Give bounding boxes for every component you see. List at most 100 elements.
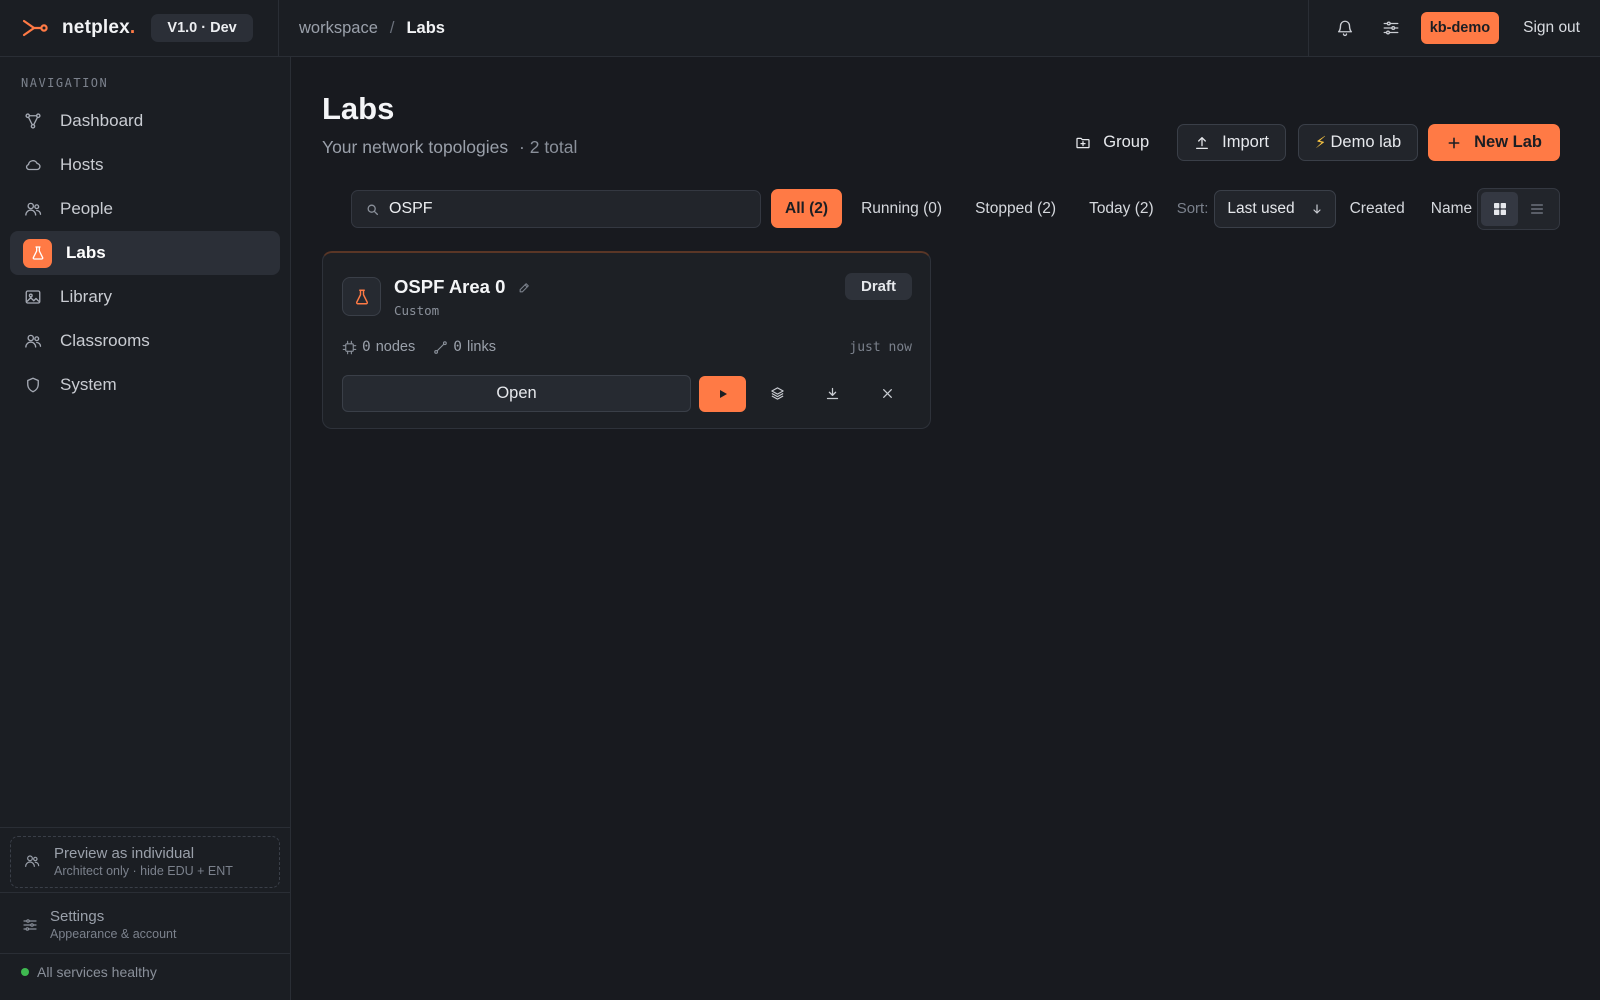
filter-all[interactable]: All (2) (771, 189, 843, 228)
users-icon (24, 200, 42, 218)
node-count-value: 0 (362, 339, 371, 355)
settings-text: Settings Appearance & account (50, 908, 176, 942)
search-box (351, 190, 761, 228)
sidebar-item-dashboard[interactable]: Dashboard (10, 99, 280, 143)
breadcrumb-current: Labs (406, 18, 445, 37)
node-count-label: nodes (375, 339, 416, 355)
filter-running[interactable]: Running (0) (847, 189, 956, 228)
sliders-icon[interactable] (1371, 8, 1411, 48)
import-button-label: Import (1222, 133, 1269, 151)
sidebar-item-label: Dashboard (60, 111, 144, 130)
sort-selected-label: Last used (1227, 199, 1295, 217)
close-icon (883, 389, 892, 398)
cloud-icon (24, 156, 42, 174)
header-actions: Group Import ⚡ Demo lab New Lab (1059, 124, 1560, 161)
download-button[interactable] (809, 376, 856, 412)
sidebar-item-label: System (60, 375, 117, 394)
sidebar-item-label: Labs (66, 243, 106, 262)
pencil-icon[interactable] (518, 281, 531, 294)
topology-icon (24, 112, 42, 130)
users-icon (24, 332, 42, 350)
filter-today[interactable]: Today (2) (1075, 189, 1168, 228)
brand-area: netplex. V1.0 · Dev (0, 0, 279, 57)
sort-label: Sort: (1176, 200, 1209, 217)
filter-bar: All (2) Running (0) Stopped (2) Today (2… (771, 189, 1484, 228)
sidebar-item-library[interactable]: Library (10, 275, 280, 319)
flask-icon (342, 277, 381, 316)
sliders-icon (22, 917, 38, 933)
lab-card[interactable]: OSPF Area 0 Custom Draft 0 nodes 0 links… (322, 251, 931, 429)
image-icon (24, 288, 42, 306)
nav-list: Dashboard Hosts People Labs Library Clas… (10, 99, 280, 407)
grid-icon (1493, 203, 1506, 215)
nav-heading: NAVIGATION (21, 76, 109, 90)
flask-icon (23, 238, 52, 268)
breadcrumb-separator: / (389, 18, 395, 37)
link-count-value: 0 (453, 339, 462, 355)
lightning-icon: ⚡ (1314, 133, 1327, 152)
preview-text: Preview as individual Architect only · h… (54, 845, 233, 879)
lab-stats: 0 nodes 0 links (342, 339, 514, 355)
sidebar-item-classrooms[interactable]: Classrooms (10, 319, 280, 363)
view-toggle (1477, 188, 1560, 230)
preview-subtitle: Architect only · hide EDU + ENT (54, 864, 233, 878)
sidebar-item-label: People (60, 199, 113, 218)
breadcrumb-workspace[interactable]: workspace (299, 19, 378, 38)
lab-title-text: OSPF Area 0 (394, 276, 506, 297)
sidebar-divider (0, 892, 291, 893)
start-lab-button[interactable] (699, 375, 746, 412)
demo-lab-button[interactable]: ⚡ Demo lab (1297, 124, 1419, 161)
plus-icon (1446, 135, 1462, 151)
list-view-button[interactable] (1518, 192, 1555, 226)
group-button-label: Group (1103, 133, 1150, 151)
preview-as-individual-toggle[interactable]: Preview as individual Architect only · h… (10, 836, 280, 888)
shield-icon (24, 376, 42, 394)
link-count-label: links (466, 339, 496, 355)
sidebar-item-hosts[interactable]: Hosts (10, 143, 280, 187)
lab-type: Custom (394, 303, 440, 318)
play-icon (719, 389, 727, 398)
sort-name-button[interactable]: Name (1431, 200, 1472, 218)
sort-last-used-button[interactable]: Last used (1214, 189, 1336, 228)
link-icon (433, 340, 448, 355)
link-count: 0 links (433, 339, 496, 355)
sidebar-item-label: Classrooms (60, 331, 150, 350)
grid-view-button[interactable] (1481, 192, 1518, 226)
sign-out-button[interactable]: Sign out (1523, 19, 1580, 37)
brand-name[interactable]: netplex. (62, 17, 135, 39)
filter-stopped[interactable]: Stopped (2) (961, 189, 1070, 228)
layers-button[interactable] (754, 376, 801, 412)
top-actions: kb-demo Sign out (1307, 0, 1600, 57)
group-button[interactable]: Group (1059, 124, 1165, 161)
lab-card-actions: Open (342, 375, 911, 412)
demo-lab-button-label: Demo lab (1330, 133, 1402, 151)
folder-plus-icon (1075, 135, 1091, 151)
sidebar-divider (0, 827, 291, 828)
service-health: All services healthy (21, 964, 157, 980)
open-lab-button[interactable]: Open (342, 375, 691, 412)
user-badge[interactable]: kb-demo (1420, 12, 1500, 44)
upload-icon (1194, 135, 1210, 151)
sidebar-item-people[interactable]: People (10, 187, 280, 231)
top-bar: netplex. V1.0 · Dev workspace / Labs kb-… (0, 0, 1600, 57)
sidebar-item-system[interactable]: System (10, 363, 280, 407)
users-icon (24, 853, 42, 871)
sidebar-settings-link[interactable]: Settings Appearance & account (22, 908, 176, 942)
bell-icon[interactable] (1325, 8, 1365, 48)
layers-icon (771, 387, 784, 400)
page-title: Labs (322, 91, 395, 126)
delete-lab-button[interactable] (864, 376, 911, 412)
sidebar-item-labs[interactable]: Labs (10, 231, 280, 275)
sort-created-button[interactable]: Created (1350, 200, 1405, 218)
sidebar-divider (0, 953, 291, 954)
new-lab-button[interactable]: New Lab (1428, 124, 1560, 161)
health-status-dot (21, 968, 29, 976)
search-icon (366, 203, 379, 216)
new-lab-button-label: New Lab (1474, 133, 1542, 151)
sidebar: NAVIGATION Dashboard Hosts People Labs L… (0, 57, 291, 1000)
netplex-logo-icon[interactable] (22, 19, 48, 37)
import-button[interactable]: Import (1177, 124, 1286, 161)
search-input[interactable] (389, 200, 729, 218)
last-updated: just now (849, 340, 912, 355)
chip-icon (342, 340, 357, 355)
